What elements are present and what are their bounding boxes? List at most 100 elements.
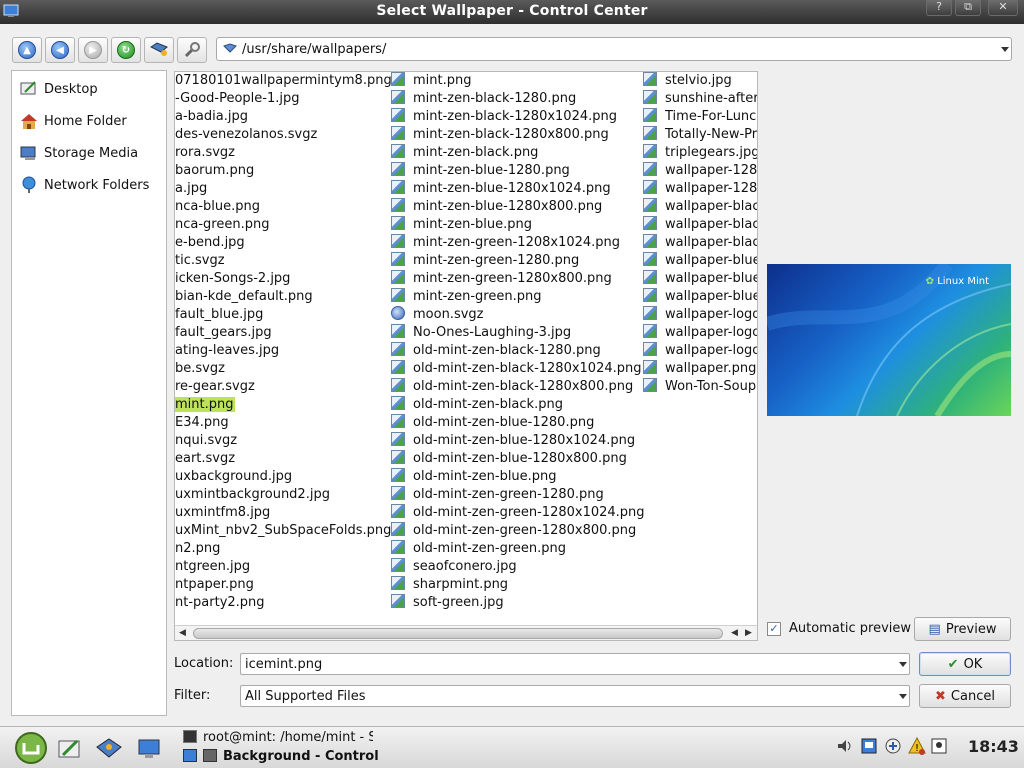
path-combo[interactable]: /usr/share/wallpapers/ [216, 37, 1012, 61]
file-item[interactable]: wallpaper-blac [643, 234, 757, 252]
sidebar-item-home[interactable]: Home Folder [18, 109, 127, 133]
forward-button[interactable]: ▶ [78, 37, 108, 63]
file-item[interactable]: be.svgz [175, 360, 226, 378]
chevron-down-icon[interactable] [899, 694, 907, 699]
file-item[interactable]: moon.svgz [391, 306, 484, 324]
file-item[interactable]: sunshine-after [643, 90, 757, 108]
task-terminal[interactable]: root@mint: /home/mint - S [183, 730, 373, 749]
file-item[interactable]: nt-party2.png [175, 594, 266, 612]
file-item[interactable]: nqui.svgz [175, 432, 238, 450]
up-button[interactable]: ▲ [12, 37, 42, 63]
file-item[interactable]: soft-green.jpg [391, 594, 505, 612]
file-item[interactable]: old-mint-zen-black.png [391, 396, 564, 414]
file-item[interactable]: mint-zen-black-1280x1024.png [391, 108, 618, 126]
scroll-right-icon[interactable]: ▶ [745, 628, 752, 638]
file-item[interactable]: bian-kde_default.png [175, 288, 314, 306]
file-item[interactable]: uxmintbackground2.jpg [175, 486, 331, 504]
file-item[interactable]: wallpaper-blue [643, 288, 757, 306]
file-item[interactable]: old-mint-zen-green-1280.png [391, 486, 605, 504]
task-control-center[interactable]: Background - Control [183, 749, 379, 768]
new-folder-button[interactable] [144, 37, 174, 63]
horizontal-scrollbar[interactable]: ◀ ◀ ▶ [174, 625, 758, 641]
file-item[interactable]: fault_blue.jpg [175, 306, 264, 324]
options-button[interactable] [177, 37, 207, 63]
file-item[interactable]: tic.svgz [175, 252, 226, 270]
file-item[interactable]: fault_gears.jpg [175, 324, 273, 342]
file-item[interactable]: old-mint-zen-green.png [391, 540, 567, 558]
file-item[interactable]: eart.svgz [175, 450, 236, 468]
ok-button[interactable]: ✔ OK [919, 652, 1011, 676]
screenshot-icon[interactable] [930, 737, 948, 755]
scrollbar-thumb[interactable] [193, 628, 723, 639]
file-item[interactable]: old-mint-zen-green-1280x800.png [391, 522, 637, 540]
file-item[interactable]: Time-For-Lunc [643, 108, 757, 126]
warning-icon[interactable]: ! [908, 737, 926, 755]
network-icon[interactable] [884, 737, 902, 755]
file-item[interactable]: mint-zen-blue.png [391, 216, 533, 234]
chevron-down-icon[interactable] [899, 662, 907, 667]
file-item[interactable]: baorum.png [175, 162, 255, 180]
location-combo[interactable]: icemint.png [240, 653, 910, 675]
file-item[interactable]: mint-zen-green-1208x1024.png [391, 234, 621, 252]
sidebar-item-desktop[interactable]: Desktop [18, 77, 98, 101]
launcher-desktop[interactable] [56, 735, 84, 763]
file-item[interactable]: a-badia.jpg [175, 108, 249, 126]
file-item[interactable]: wallpaper-1280 [643, 162, 757, 180]
file-item[interactable]: ating-leaves.jpg [175, 342, 280, 360]
file-item[interactable]: wallpaper-blac [643, 216, 757, 234]
file-item[interactable]: old-mint-zen-blue-1280.png [391, 414, 595, 432]
file-item[interactable]: wallpaper.png [643, 360, 757, 378]
file-item[interactable]: old-mint-zen-black-1280x800.png [391, 378, 634, 396]
chevron-down-icon[interactable] [1001, 47, 1009, 52]
sidebar-item-network[interactable]: Network Folders [18, 173, 149, 197]
file-item[interactable]: des-venezolanos.svgz [175, 126, 318, 144]
file-item[interactable]: mint-zen-black-1280.png [391, 90, 577, 108]
file-item[interactable]: mint-zen-green-1280.png [391, 252, 580, 270]
file-item[interactable]: mint-zen-blue-1280x1024.png [391, 180, 612, 198]
automatic-preview-checkbox[interactable]: ✓ [767, 622, 781, 636]
display-icon[interactable] [860, 737, 878, 755]
file-item[interactable]: mint-zen-blue-1280.png [391, 162, 571, 180]
file-item[interactable]: rora.svgz [175, 144, 236, 162]
file-item[interactable]: uxMint_nbv2_SubSpaceFolds.png [175, 522, 392, 540]
file-item[interactable]: Won-Ton-Soup [643, 378, 757, 396]
preview-button[interactable]: ▤ Preview [914, 617, 1011, 641]
file-item[interactable]: ntpaper.png [175, 576, 255, 594]
file-item[interactable]: mint-zen-black-1280x800.png [391, 126, 610, 144]
back-button[interactable]: ◀ [45, 37, 75, 63]
file-item[interactable]: -Good-People-1.jpg [175, 90, 301, 108]
sidebar-item-storage[interactable]: Storage Media [18, 141, 138, 165]
file-item[interactable]: uxmintfm8.jpg [175, 504, 271, 522]
file-item[interactable]: stelvio.jpg [643, 72, 733, 90]
file-item[interactable]: mint-zen-green-1280x800.png [391, 270, 613, 288]
file-item[interactable]: mint-zen-green.png [391, 288, 542, 306]
file-item[interactable]: nca-green.png [175, 216, 270, 234]
file-item[interactable]: wallpaper-blac [643, 198, 757, 216]
file-item[interactable]: wallpaper-logo [643, 306, 757, 324]
help-button[interactable]: ? [926, 0, 952, 16]
file-item[interactable]: old-mint-zen-green-1280x1024.png [391, 504, 646, 522]
file-item[interactable]: wallpaper-logo [643, 324, 757, 342]
reload-button[interactable]: ↻ [111, 37, 141, 63]
file-item[interactable]: old-mint-zen-black-1280x1024.png [391, 360, 643, 378]
file-list[interactable]: 07180101wallpapermintym8.png -Good-People… [174, 71, 758, 641]
menu-button[interactable] [14, 731, 48, 765]
scroll-left-icon[interactable]: ◀ [179, 628, 186, 638]
file-item[interactable]: mint-zen-black.png [391, 144, 539, 162]
file-item[interactable]: old-mint-zen-blue-1280x1024.png [391, 432, 636, 450]
cancel-button[interactable]: ✖ Cancel [919, 684, 1011, 708]
close-button[interactable]: ✕ [988, 0, 1018, 16]
file-item[interactable]: sharpmint.png [391, 576, 509, 594]
file-item[interactable]: wallpaper-blue [643, 270, 757, 288]
file-item[interactable]: icken-Songs-2.jpg [175, 270, 291, 288]
filter-combo[interactable]: All Supported Files [240, 685, 910, 707]
file-item[interactable]: old-mint-zen-blue.png [391, 468, 558, 486]
scroll-left-icon[interactable]: ◀ [731, 628, 738, 638]
file-item[interactable]: ntgreen.jpg [175, 558, 251, 576]
file-item[interactable]: wallpaper-1280 [643, 180, 757, 198]
file-item[interactable]: re-gear.svgz [175, 378, 256, 396]
file-item[interactable]: mint-zen-blue-1280x800.png [391, 198, 603, 216]
file-item[interactable]: triplegears.jpg [643, 144, 757, 162]
volume-icon[interactable] [836, 737, 854, 755]
file-item[interactable]: e-bend.jpg [175, 234, 246, 252]
